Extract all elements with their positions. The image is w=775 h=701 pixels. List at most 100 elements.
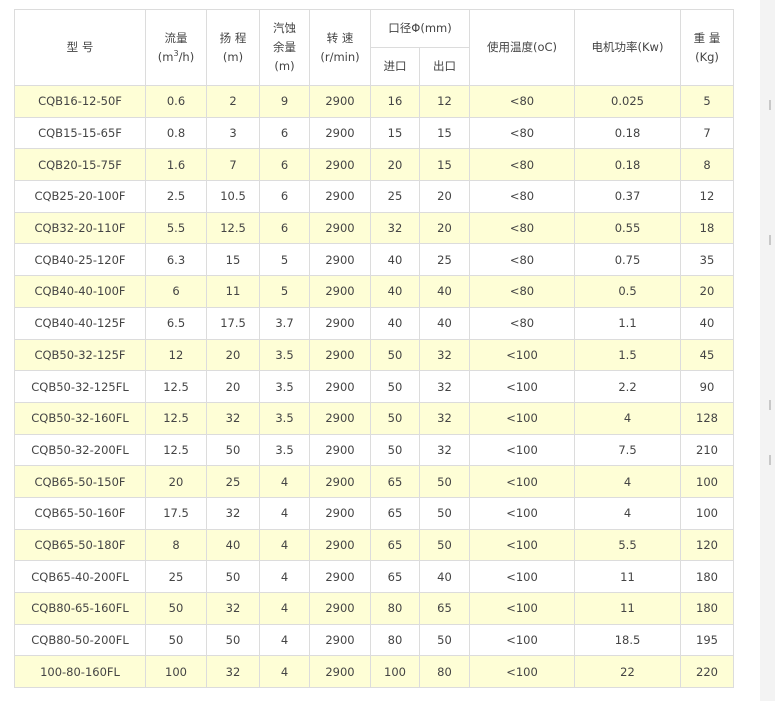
cell-head: 32 <box>206 401 260 435</box>
cell-temp: <100 <box>469 655 575 689</box>
cell-power: 7.5 <box>574 433 681 467</box>
cell-npsh: 4 <box>259 592 310 625</box>
cell-flow: 100 <box>145 655 207 689</box>
cell-power: 18.5 <box>574 623 681 657</box>
header-speed-label: 转 速 <box>326 30 354 45</box>
cell-outlet: 15 <box>419 148 470 182</box>
page-scrollbar[interactable] <box>760 0 775 701</box>
cell-power: 4 <box>574 496 681 530</box>
cell-head: 10.5 <box>206 180 260 213</box>
cell-temp: <80 <box>469 85 575 118</box>
cell-inlet: 50 <box>370 370 420 403</box>
cell-inlet: 100 <box>370 655 420 689</box>
cell-model: CQB15-15-65F <box>14 116 146 150</box>
cell-temp: <80 <box>469 211 575 245</box>
cell-inlet: 20 <box>370 148 420 182</box>
header-inlet: 进口 <box>370 47 420 86</box>
cell-flow: 12 <box>145 338 207 372</box>
cell-model: CQB40-40-100F <box>14 275 146 308</box>
cell-speed: 2900 <box>309 655 371 689</box>
cell-weight: 90 <box>680 370 734 403</box>
header-weight-unit: (Kg) <box>695 49 719 64</box>
cell-speed: 2900 <box>309 338 371 372</box>
cell-outlet: 32 <box>419 433 470 467</box>
cell-head: 11 <box>206 275 260 308</box>
cell-temp: <80 <box>469 116 575 150</box>
header-diameter: 口径Φ(mm) <box>370 9 470 48</box>
cell-weight: 5 <box>680 85 734 118</box>
table-row: CQB32-20-110F 5.5 12.5 6 2900 32 20 <80 0.55 18 <box>14 211 734 245</box>
cell-outlet: 50 <box>419 465 470 498</box>
cell-head: 7 <box>206 148 260 182</box>
cell-flow: 0.6 <box>145 85 207 118</box>
cell-weight: 120 <box>680 528 734 562</box>
cell-speed: 2900 <box>309 180 371 213</box>
cell-weight: 45 <box>680 338 734 372</box>
cell-weight: 20 <box>680 275 734 308</box>
cell-npsh: 3.7 <box>259 306 310 340</box>
cell-npsh: 4 <box>259 496 310 530</box>
cell-model: CQB80-65-160FL <box>14 592 146 625</box>
cell-weight: 7 <box>680 116 734 150</box>
cell-model: CQB32-20-110F <box>14 211 146 245</box>
cell-weight: 220 <box>680 655 734 689</box>
cell-speed: 2900 <box>309 592 371 625</box>
cell-flow: 8 <box>145 528 207 562</box>
cell-speed: 2900 <box>309 306 371 340</box>
cell-head: 12.5 <box>206 211 260 245</box>
table-row: CQB65-50-180F 8 40 4 2900 65 50 <100 5.5 120 <box>14 528 734 562</box>
cell-flow: 1.6 <box>145 148 207 182</box>
cell-weight: 8 <box>680 148 734 182</box>
header-speed: 转 速 (r/min) <box>309 9 371 86</box>
cell-temp: <80 <box>469 275 575 308</box>
cell-head: 2 <box>206 85 260 118</box>
cell-weight: 195 <box>680 623 734 657</box>
cell-weight: 100 <box>680 465 734 498</box>
cell-npsh: 4 <box>259 465 310 498</box>
cell-flow: 6.5 <box>145 306 207 340</box>
header-npsh-line1: 汽蚀 <box>273 21 296 35</box>
cell-model: CQB40-40-125F <box>14 306 146 340</box>
header-outlet: 出口 <box>419 47 470 86</box>
cell-head: 50 <box>206 560 260 593</box>
cell-model: CQB50-32-200FL <box>14 433 146 467</box>
cell-speed: 2900 <box>309 401 371 435</box>
cell-power: 0.5 <box>574 275 681 308</box>
table-row: CQB40-40-125F 6.5 17.5 3.7 2900 40 40 <80 1.1 40 <box>14 306 734 340</box>
header-model: 型 号 <box>14 9 146 86</box>
cell-speed: 2900 <box>309 465 371 498</box>
cell-weight: 18 <box>680 211 734 245</box>
cell-outlet: 20 <box>419 180 470 213</box>
table-row: CQB50-32-125F 12 20 3.5 2900 50 32 <100 1.5 45 <box>14 338 734 372</box>
cell-npsh: 4 <box>259 623 310 657</box>
cell-flow: 12.5 <box>145 433 207 467</box>
cell-temp: <100 <box>469 560 575 593</box>
cell-flow: 17.5 <box>145 496 207 530</box>
cell-outlet: 40 <box>419 306 470 340</box>
cell-head: 3 <box>206 116 260 150</box>
cell-flow: 6 <box>145 275 207 308</box>
header-npsh-unit: (m) <box>274 59 295 73</box>
cell-inlet: 25 <box>370 180 420 213</box>
cell-model: CQB50-32-160FL <box>14 401 146 435</box>
cell-temp: <100 <box>469 465 575 498</box>
cell-inlet: 50 <box>370 433 420 467</box>
table-row: CQB65-40-200FL 25 50 4 2900 65 40 <100 11 180 <box>14 560 734 593</box>
header-npsh: 汽蚀 余量 (m) <box>259 9 310 86</box>
cell-model: CQB80-50-200FL <box>14 623 146 657</box>
header-flow-unit: (m3/h) <box>157 48 195 64</box>
cell-npsh: 4 <box>259 528 310 562</box>
cell-inlet: 40 <box>370 243 420 277</box>
cell-power: 11 <box>574 592 681 625</box>
cell-inlet: 32 <box>370 211 420 245</box>
header-flow-label: 流量 <box>164 30 188 45</box>
cell-flow: 50 <box>145 592 207 625</box>
cell-head: 50 <box>206 433 260 467</box>
cell-speed: 2900 <box>309 496 371 530</box>
cell-speed: 2900 <box>309 560 371 593</box>
header-head: 扬 程 (m) <box>206 9 260 86</box>
cell-temp: <100 <box>469 528 575 562</box>
table-row: CQB80-50-200FL 50 50 4 2900 80 50 <100 18.5 195 <box>14 623 734 657</box>
cell-temp: <80 <box>469 306 575 340</box>
header-weight-label: 重 量 <box>693 30 721 45</box>
